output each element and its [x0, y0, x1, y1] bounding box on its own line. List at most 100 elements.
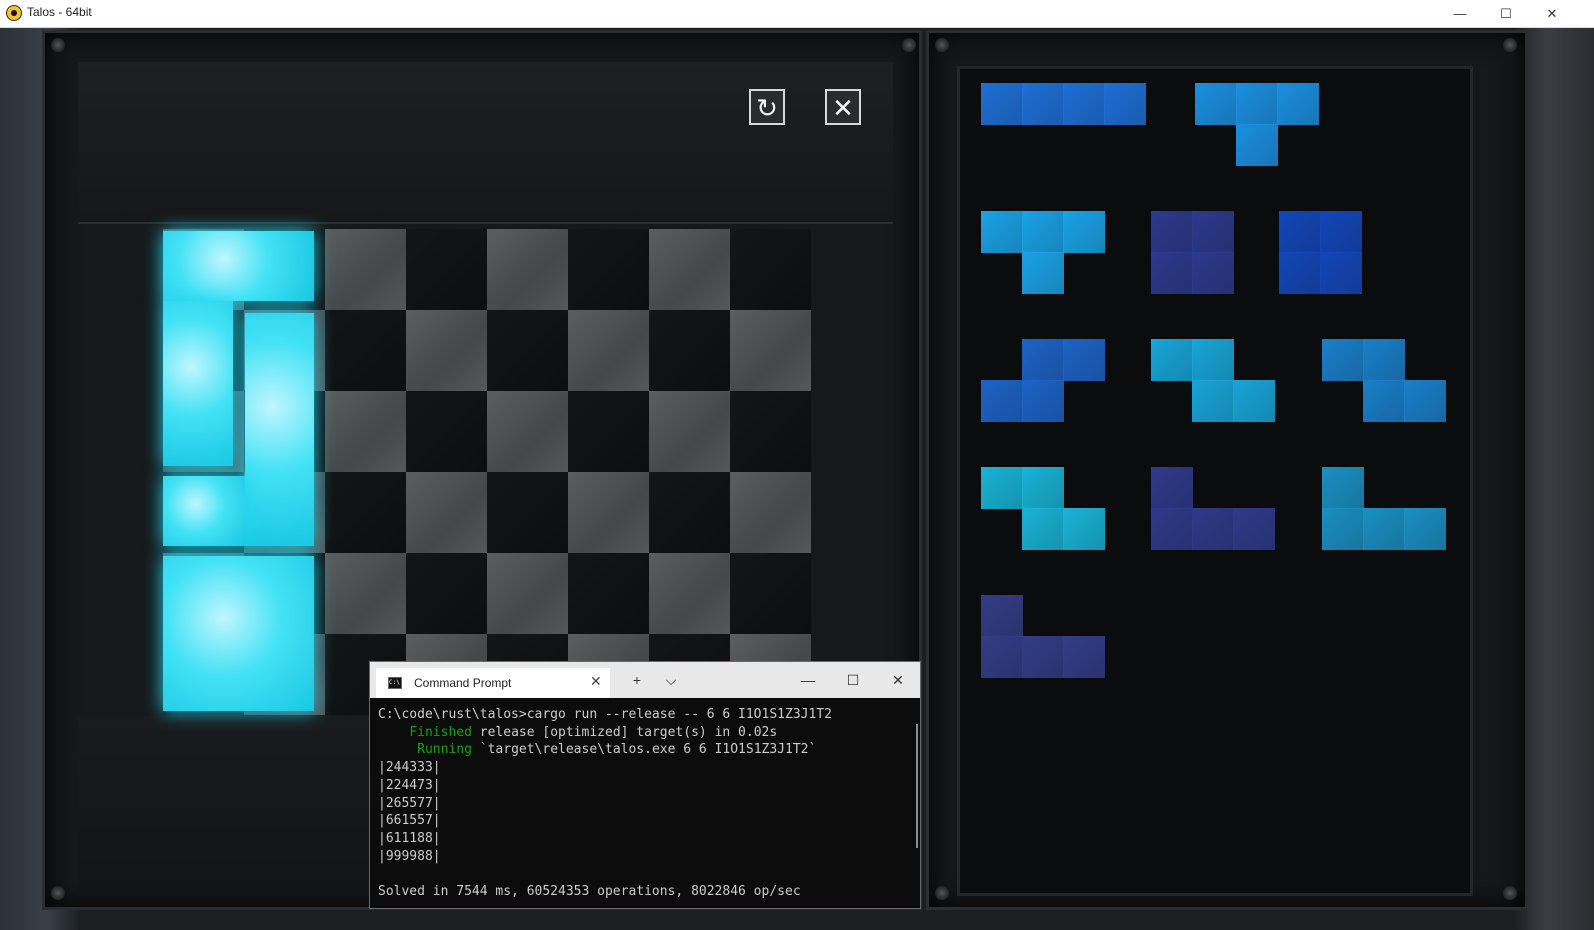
terminal-output[interactable]: C:\code\rust\talos>cargo run --release -…: [378, 706, 908, 906]
piece-block: [981, 467, 1023, 509]
board-cell[interactable]: [649, 472, 730, 553]
running-label: Running: [417, 742, 472, 758]
board-cell[interactable]: [325, 310, 406, 391]
board-cell[interactable]: [406, 472, 487, 553]
board-cell[interactable]: [568, 391, 649, 472]
board-cell[interactable]: [730, 472, 811, 553]
maximize-button[interactable]: ☐: [1483, 0, 1529, 27]
piece-block: [981, 83, 1023, 125]
grid-output-line: |244333|: [378, 760, 441, 776]
piece-block: [1192, 252, 1234, 294]
board-cell[interactable]: [649, 553, 730, 634]
talos-app-icon: [6, 5, 22, 21]
bolt: [51, 886, 65, 900]
board-cell[interactable]: [730, 391, 811, 472]
board-cell[interactable]: [406, 310, 487, 391]
board-cell[interactable]: [730, 310, 811, 391]
piece-block: [1279, 252, 1321, 294]
minimize-button[interactable]: —: [1437, 0, 1483, 27]
board-header: [78, 62, 893, 224]
board-cell[interactable]: [487, 229, 568, 310]
finished-line: Finished release [optimized] target(s) i…: [378, 724, 908, 742]
placed-piece[interactable]: [163, 301, 233, 466]
piece-block: [1363, 380, 1405, 422]
board-cell[interactable]: [406, 391, 487, 472]
board-cell[interactable]: [730, 229, 811, 310]
board-cell[interactable]: [649, 391, 730, 472]
placed-piece[interactable]: [245, 313, 314, 546]
piece-block: [1192, 211, 1234, 253]
board-cell[interactable]: [325, 229, 406, 310]
board-cell[interactable]: [568, 229, 649, 310]
bolt: [51, 38, 65, 52]
piece-block: [1279, 211, 1321, 253]
board-cell[interactable]: [730, 553, 811, 634]
piece-block: [1320, 211, 1362, 253]
piece-block: [1322, 467, 1364, 509]
grid-output-line: |224473|: [378, 777, 441, 793]
piece-block: [1236, 124, 1278, 166]
result-line: Solved in 7544 ms, 60524353 operations, …: [378, 884, 801, 900]
piece-block: [1363, 339, 1405, 381]
board-cell[interactable]: [568, 472, 649, 553]
piece-block: [981, 380, 1023, 422]
board-cell[interactable]: [649, 229, 730, 310]
undo-icon[interactable]: ↻: [749, 89, 785, 125]
board-cell[interactable]: [487, 310, 568, 391]
bolt: [902, 38, 916, 52]
terminal-close-button[interactable]: ✕: [881, 666, 915, 694]
close-icon[interactable]: ✕: [825, 89, 861, 125]
command-prompt-window: C:\ Command Prompt ✕ + ⌵ — ☐ ✕ C:\code\r…: [369, 661, 921, 909]
board-cell[interactable]: [568, 553, 649, 634]
piece-block: [1022, 252, 1064, 294]
placed-piece[interactable]: [163, 556, 314, 711]
board-cell[interactable]: [406, 229, 487, 310]
board-cell[interactable]: [487, 553, 568, 634]
piece-block: [1236, 83, 1278, 125]
tab-close-icon[interactable]: ✕: [590, 673, 602, 690]
window-titlebar: Talos - 64bit — ☐ ✕: [0, 0, 1594, 28]
piece-block: [1022, 467, 1064, 509]
new-tab-button[interactable]: +: [620, 666, 654, 694]
piece-block: [1063, 636, 1105, 678]
grid-output-line: |611188|: [378, 830, 441, 846]
piece-block: [1192, 380, 1234, 422]
close-window-button[interactable]: ✕: [1529, 0, 1575, 27]
piece-block: [1104, 83, 1146, 125]
terminal-minimize-button[interactable]: —: [791, 666, 825, 694]
board-cell[interactable]: [649, 310, 730, 391]
board-cell[interactable]: [487, 391, 568, 472]
board-cell[interactable]: [406, 553, 487, 634]
grid-output-line: |999988|: [378, 848, 441, 864]
piece-block: [1322, 508, 1364, 550]
piece-block: [1022, 211, 1064, 253]
placed-piece[interactable]: [163, 231, 314, 301]
board-cell[interactable]: [568, 310, 649, 391]
board-cell[interactable]: [325, 472, 406, 553]
piece-block: [1022, 380, 1064, 422]
board-cell[interactable]: [325, 553, 406, 634]
grid-output-line: |661557|: [378, 813, 441, 829]
piece-block: [1022, 83, 1064, 125]
piece-block: [1277, 83, 1319, 125]
piece-block: [1233, 508, 1275, 550]
bolt: [1503, 886, 1517, 900]
piece-block: [1363, 508, 1405, 550]
piece-block: [981, 636, 1023, 678]
piece-block: [1151, 211, 1193, 253]
piece-block: [1022, 636, 1064, 678]
piece-block: [1404, 508, 1446, 550]
board-cell[interactable]: [325, 391, 406, 472]
terminal-scrollbar[interactable]: [916, 724, 918, 848]
piece-block: [1320, 252, 1362, 294]
tab-command-prompt[interactable]: C:\ Command Prompt ✕: [376, 668, 610, 698]
terminal-maximize-button[interactable]: ☐: [836, 666, 870, 694]
bolt: [935, 886, 949, 900]
board-cell[interactable]: [487, 472, 568, 553]
piece-block: [1192, 339, 1234, 381]
window-title: Talos - 64bit: [27, 5, 92, 19]
piece-block: [981, 211, 1023, 253]
placed-piece[interactable]: [163, 476, 245, 546]
tab-dropdown-icon[interactable]: ⌵: [654, 666, 688, 694]
